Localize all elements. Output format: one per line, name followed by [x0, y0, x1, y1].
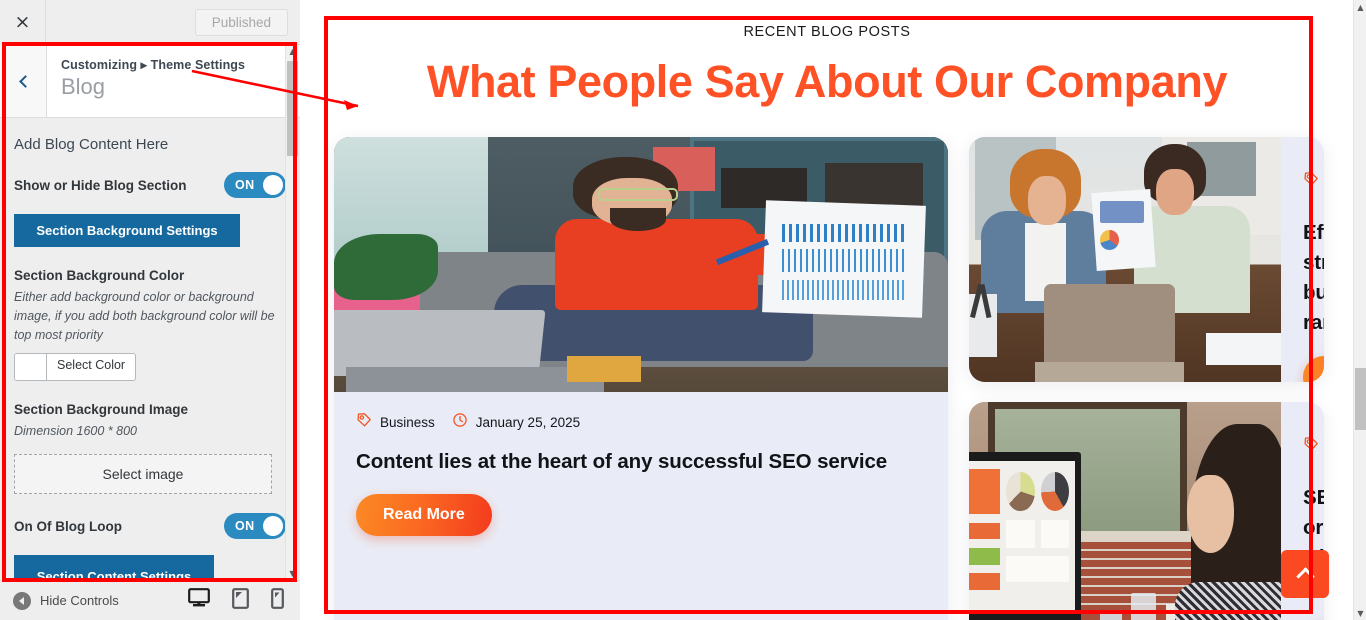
- blog-card-grid: Business January 25, 2025: [334, 137, 1324, 620]
- scroll-to-top-button[interactable]: [1281, 550, 1329, 598]
- close-customizer-button[interactable]: ×: [0, 0, 46, 45]
- post-category: Business: [356, 412, 435, 433]
- two-men-reviewing-chart-at-desk-image: [969, 137, 1281, 382]
- tag-icon: [1303, 436, 1319, 457]
- device-preview-switcher: [188, 587, 284, 614]
- sidebar-scrollbar-thumb[interactable]: [287, 61, 298, 156]
- section-heading: Add Blog Content Here: [14, 136, 169, 153]
- select-color-picker[interactable]: Select Color: [14, 353, 137, 382]
- scroll-up-icon[interactable]: ▲: [286, 45, 299, 58]
- post-meta: Business January 25, 2025: [356, 412, 926, 433]
- toggle-knob: [263, 175, 283, 195]
- man-on-couch-holding-chart-image: [334, 137, 948, 392]
- post-title: Content lies at the heart of any success…: [356, 450, 888, 473]
- tag-icon: [356, 412, 372, 433]
- post-thumbnail: [334, 137, 948, 392]
- section-background-color-label: Section Background Color: [14, 268, 185, 283]
- section-headline: What People Say About Our Company: [426, 56, 1228, 107]
- section-background-color-description: Either add background color or backgroun…: [14, 290, 275, 342]
- select-color-label: Select Color: [57, 358, 126, 373]
- post-date: January 25, 2025: [452, 412, 580, 433]
- post-category: Business: [1303, 171, 1324, 192]
- hide-controls-button[interactable]: Hide Controls: [13, 591, 119, 610]
- sidebar-scrollbar[interactable]: ▲ ▼: [285, 45, 298, 580]
- section-content-settings-button[interactable]: Section Content Settings: [14, 555, 214, 578]
- color-swatch: [15, 354, 47, 381]
- blog-loop-toggle[interactable]: ON: [224, 513, 286, 539]
- blog-card[interactable]: Business January 25, 2025: [334, 137, 948, 620]
- post-meta: Business January 25, 2025: [1303, 159, 1324, 204]
- chevron-left-icon: [18, 74, 32, 88]
- window-scrollbar[interactable]: ▲ ▼: [1353, 0, 1366, 620]
- post-title: Effective SEO strategies enable business…: [1303, 221, 1324, 335]
- post-date-label: January 25, 2025: [475, 415, 581, 430]
- mobile-preview-icon[interactable]: [271, 587, 284, 614]
- customizer-footer: Hide Controls: [0, 580, 300, 620]
- read-more-button[interactable]: Read More: [1303, 355, 1324, 382]
- chevron-up-icon: [1295, 567, 1315, 586]
- post-body: Business January 25, 2025: [1281, 137, 1324, 382]
- scroll-down-icon[interactable]: ▼: [1354, 606, 1366, 620]
- customizer-app: × Published Customizing ▸ Theme Settings…: [0, 0, 1366, 620]
- scroll-down-icon[interactable]: ▼: [286, 567, 299, 580]
- collapse-icon: [13, 591, 31, 610]
- desktop-preview-icon[interactable]: [188, 588, 210, 613]
- woman-viewing-dashboard-monitor-image: [969, 402, 1281, 620]
- scroll-up-icon[interactable]: ▲: [1354, 0, 1366, 14]
- blog-loop-row: On Of Blog Loop ON: [14, 513, 286, 539]
- show-hide-blog-row: Show or Hide Blog Section ON: [14, 172, 286, 198]
- toggle-state-label: ON: [235, 519, 255, 533]
- hide-controls-label: Hide Controls: [40, 593, 119, 608]
- site-preview-pane: RECENT BLOG POSTS What People Say About …: [301, 0, 1353, 620]
- panel-header-text: Customizing ▸ Theme Settings Blog: [47, 45, 245, 117]
- panel-header: Customizing ▸ Theme Settings Blog: [0, 45, 300, 118]
- select-image-button[interactable]: Select image: [14, 454, 272, 494]
- post-meta: Business January 25, 2025: [1303, 424, 1324, 469]
- breadcrumb: Customizing ▸ Theme Settings: [61, 58, 246, 72]
- dimension-hint: Dimension 1600 * 800: [14, 424, 137, 439]
- show-hide-blog-label: Show or Hide Blog Section: [14, 177, 187, 193]
- tag-icon: [1303, 171, 1319, 192]
- post-thumbnail: [969, 137, 1281, 382]
- back-button[interactable]: [0, 45, 47, 117]
- read-more-button[interactable]: Read More: [356, 494, 492, 537]
- section-background-image-label: Section Background Image: [14, 402, 189, 418]
- section-background-settings-button[interactable]: Section Background Settings: [14, 214, 240, 247]
- toggle-state-label: ON: [235, 178, 255, 192]
- blog-section: RECENT BLOG POSTS What People Say About …: [301, 0, 1353, 620]
- blog-card[interactable]: Business January 25, 2025: [969, 402, 1324, 620]
- customizer-topbar: × Published: [0, 0, 300, 45]
- close-icon: ×: [14, 10, 31, 33]
- blog-card[interactable]: Business January 25, 2025: [969, 137, 1324, 382]
- page-title: Blog: [61, 74, 106, 99]
- toggle-knob: [263, 516, 283, 536]
- window-scrollbar-thumb[interactable]: [1355, 368, 1366, 430]
- customizer-sidebar: × Published Customizing ▸ Theme Settings…: [0, 0, 300, 620]
- clock-icon: [452, 412, 468, 433]
- section-eyebrow: RECENT BLOG POSTS: [743, 24, 911, 40]
- post-body: Business January 25, 2025: [334, 392, 948, 620]
- blog-loop-label: On Of Blog Loop: [14, 518, 122, 534]
- post-thumbnail: [969, 402, 1281, 620]
- published-button[interactable]: Published: [194, 8, 288, 36]
- tablet-preview-icon[interactable]: [232, 587, 249, 614]
- post-category-label: Business: [380, 415, 435, 430]
- post-category: Business: [1303, 436, 1324, 457]
- panel-controls: Add Blog Content Here Show or Hide Blog …: [0, 118, 300, 580]
- show-hide-blog-toggle[interactable]: ON: [224, 172, 286, 198]
